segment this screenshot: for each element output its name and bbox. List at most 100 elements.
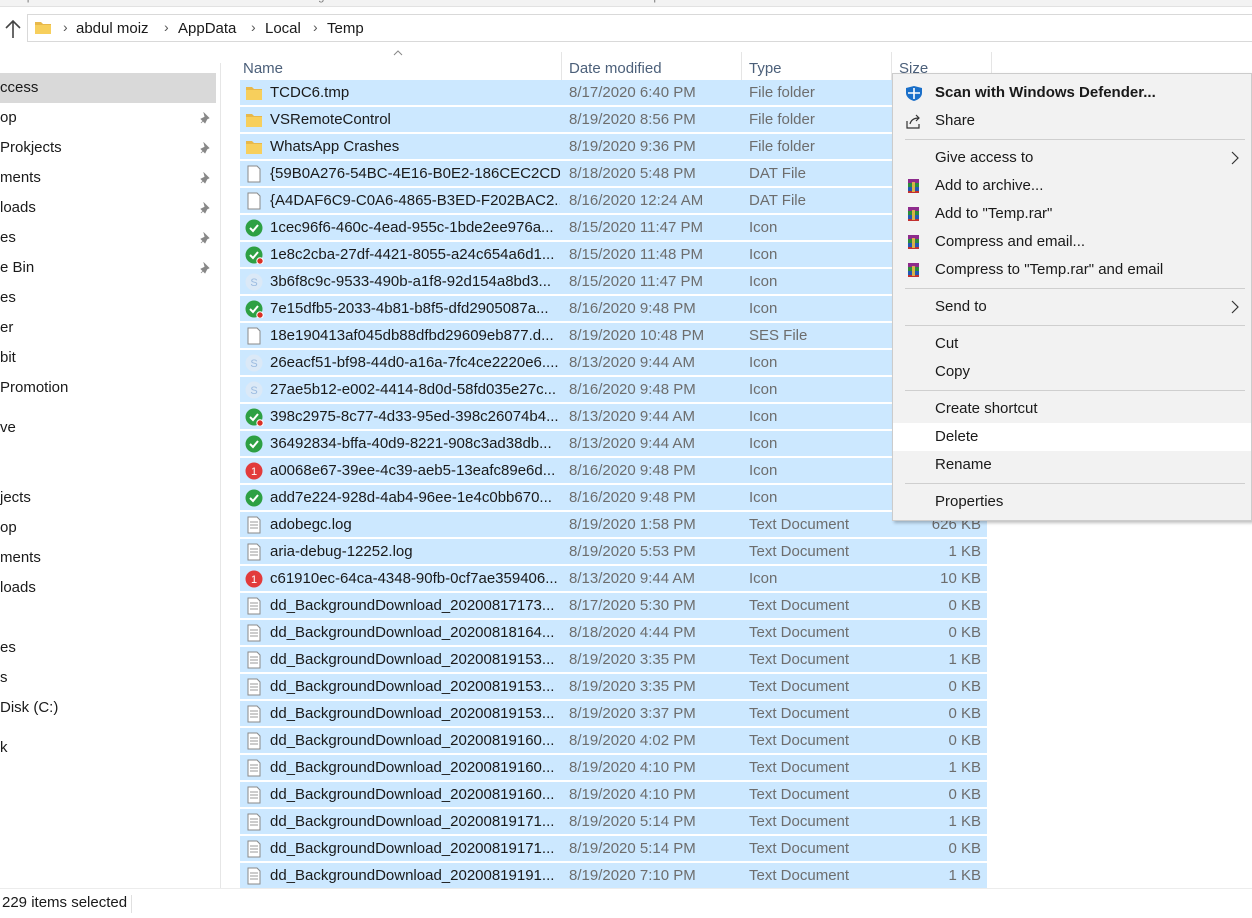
- file-row[interactable]: 1 a0068e67-39ee-4c39-aeb5-13eafc89e6d... 8…: [240, 458, 987, 484]
- file-name: WhatsApp Crashes: [270, 138, 400, 155]
- file-date: 8/13/2020 9:44 AM: [569, 435, 695, 452]
- text-file-icon: [247, 867, 261, 885]
- file-row[interactable]: dd_BackgroundDownload_20200819160... 8/19…: [240, 782, 987, 808]
- file-date: 8/17/2020 6:40 PM: [569, 84, 696, 101]
- nav-item[interactable]: Promotion: [0, 373, 216, 403]
- nav-item[interactable]: Prokjects: [0, 133, 216, 163]
- address-bar[interactable]: › abdul moiz › AppData › Local › Temp: [27, 14, 1252, 42]
- file-row[interactable]: dd_BackgroundDownload_20200817173... 8/17…: [240, 593, 987, 619]
- breadcrumb-separator-icon[interactable]: ›: [313, 19, 318, 35]
- file-row[interactable]: dd_BackgroundDownload_20200819191... 8/19…: [240, 863, 987, 889]
- nav-item[interactable]: k: [0, 733, 216, 763]
- menu-item-delete[interactable]: Delete: [893, 423, 1251, 451]
- file-row[interactable]: VSRemoteControl 8/19/2020 8:56 PM File fol…: [240, 107, 987, 133]
- file-row[interactable]: 7e15dfb5-2033-4b81-b8f5-dfd2905087a... 8/…: [240, 296, 987, 322]
- nav-item[interactable]: er: [0, 313, 216, 343]
- nav-item[interactable]: loads: [0, 573, 216, 603]
- file-row[interactable]: adobegc.log 8/19/2020 1:58 PM Text Documen…: [240, 512, 987, 538]
- file-row[interactable]: 398c2975-8c77-4d33-95ed-398c26074b4... 8/…: [240, 404, 987, 430]
- file-row[interactable]: {A4DAF6C9-C0A6-4865-B3ED-F202BAC2... 8/16…: [240, 188, 987, 214]
- file-row[interactable]: add7e224-928d-4ab4-96ee-1e4c0bb670... 8/1…: [240, 485, 987, 511]
- nav-item[interactable]: jects: [0, 483, 216, 513]
- nav-item[interactable]: bit: [0, 343, 216, 373]
- file-date: 8/13/2020 9:44 AM: [569, 408, 695, 425]
- nav-item[interactable]: Disk (C:): [0, 693, 216, 723]
- breadcrumb-separator-icon[interactable]: ›: [251, 19, 256, 35]
- breadcrumb-item[interactable]: abdul moiz: [76, 20, 149, 37]
- file-row[interactable]: {59B0A276-54BC-4E16-B0E2-186CEC2CD... 8/1…: [240, 161, 987, 187]
- column-divider[interactable]: [561, 52, 562, 82]
- column-header-date[interactable]: Date modified: [569, 59, 662, 79]
- menu-item-copy[interactable]: Copy: [893, 358, 1251, 386]
- pin-icon: [200, 172, 210, 184]
- nav-item[interactable]: ments: [0, 543, 216, 573]
- file-row[interactable]: dd_BackgroundDownload_20200819153... 8/19…: [240, 674, 987, 700]
- breadcrumb-item[interactable]: Temp: [327, 20, 364, 37]
- file-row[interactable]: dd_BackgroundDownload_20200819171... 8/19…: [240, 836, 987, 862]
- nav-item[interactable]: s: [0, 663, 216, 693]
- menu-item-compress-to-temp-rar-and-email[interactable]: Compress to "Temp.rar" and email: [893, 256, 1251, 284]
- file-row[interactable]: WhatsApp Crashes 8/19/2020 9:36 PM File fo…: [240, 134, 987, 160]
- ribbon-group-label: Clipboard: [14, 0, 61, 3]
- menu-item-create-shortcut[interactable]: Create shortcut: [893, 395, 1251, 423]
- file-row[interactable]: dd_BackgroundDownload_20200819153... 8/19…: [240, 647, 987, 673]
- menu-item-add-to-temp-rar[interactable]: Add to "Temp.rar": [893, 200, 1251, 228]
- svg-text:S: S: [250, 277, 257, 289]
- file-name: dd_BackgroundDownload_20200819171...: [270, 813, 555, 830]
- menu-item-properties[interactable]: Properties: [893, 488, 1251, 516]
- nav-item[interactable]: loads: [0, 193, 216, 223]
- breadcrumb-separator-icon[interactable]: ›: [164, 19, 169, 35]
- nav-item[interactable]: es: [0, 223, 216, 253]
- nav-item[interactable]: ments: [0, 163, 216, 193]
- file-row[interactable]: 1e8c2cba-27df-4421-8055-a24c654a6d1... 8/…: [240, 242, 987, 268]
- menu-item-add-to-archive[interactable]: Add to archive...: [893, 172, 1251, 200]
- file-type: Text Document: [749, 732, 850, 749]
- breadcrumb-separator-icon[interactable]: ›: [63, 19, 68, 35]
- nav-item[interactable]: es: [0, 283, 216, 313]
- nav-item[interactable]: op: [0, 103, 216, 133]
- nav-item[interactable]: e Bin: [0, 253, 216, 283]
- column-divider[interactable]: [741, 52, 742, 82]
- file-row[interactable]: S 26eacf51-bf98-44d0-a16a-7fc4ce2220e6...…: [240, 350, 987, 376]
- nav-item-label: jects: [0, 489, 31, 506]
- file-row[interactable]: dd_BackgroundDownload_20200819153... 8/19…: [240, 701, 987, 727]
- file-size: 0 KB: [948, 624, 981, 641]
- breadcrumb-item[interactable]: Local: [265, 20, 301, 37]
- breadcrumb-item[interactable]: AppData: [178, 20, 236, 37]
- file-row[interactable]: 1cec96f6-460c-4ead-955c-1bde2ee976a... 8/…: [240, 215, 987, 241]
- menu-item-give-access-to[interactable]: Give access to: [893, 144, 1251, 172]
- menu-item-cut[interactable]: Cut: [893, 330, 1251, 358]
- menu-item-scan-with-windows-defender[interactable]: Scan with Windows Defender...: [893, 79, 1251, 107]
- file-row[interactable]: S 3b6f8c9c-9533-490b-a1f8-92d154a8bd3... 8…: [240, 269, 987, 295]
- selection-count: 229 items selected: [2, 894, 128, 911]
- menu-item-share[interactable]: Share: [893, 107, 1251, 135]
- file-size: 1 KB: [948, 543, 981, 560]
- nav-item[interactable]: op: [0, 513, 216, 543]
- nav-item[interactable]: es: [0, 633, 216, 663]
- up-arrow-icon[interactable]: [4, 19, 22, 39]
- file-type: Text Document: [749, 867, 850, 884]
- menu-item-compress-and-email[interactable]: Compress and email...: [893, 228, 1251, 256]
- file-row[interactable]: TCDC6.tmp 8/17/2020 6:40 PM File folder: [240, 80, 987, 106]
- file-type: File folder: [749, 111, 815, 128]
- file-row[interactable]: dd_BackgroundDownload_20200819171... 8/19…: [240, 809, 987, 835]
- file-row[interactable]: dd_BackgroundDownload_20200819160... 8/19…: [240, 728, 987, 754]
- nav-item-label: es: [0, 229, 16, 246]
- menu-item-rename[interactable]: Rename: [893, 451, 1251, 479]
- file-row[interactable]: dd_BackgroundDownload_20200818164... 8/18…: [240, 620, 987, 646]
- file-row[interactable]: 36492834-bffa-40d9-8221-908c3ad38db... 8/…: [240, 431, 987, 457]
- file-row[interactable]: dd_BackgroundDownload_20200819160... 8/19…: [240, 755, 987, 781]
- share-icon: [906, 114, 920, 129]
- column-header-name[interactable]: Name: [243, 59, 283, 79]
- file-type: File folder: [749, 84, 815, 101]
- file-date: 8/18/2020 5:48 PM: [569, 165, 696, 182]
- file-row[interactable]: 18e190413af045db88dfbd29609eb877.d... 8/1…: [240, 323, 987, 349]
- nav-item[interactable]: ccess: [0, 73, 216, 103]
- pin-icon: [200, 112, 210, 124]
- nav-item[interactable]: ve: [0, 413, 216, 443]
- file-row[interactable]: 1 c61910ec-64ca-4348-90fb-0cf7ae359406...…: [240, 566, 987, 592]
- column-header-type[interactable]: Type: [749, 59, 782, 79]
- file-row[interactable]: S 27ae5b12-e002-4414-8d0d-58fd035e27c... 8…: [240, 377, 987, 403]
- file-row[interactable]: aria-debug-12252.log 8/19/2020 5:53 PM Tex…: [240, 539, 987, 565]
- menu-item-send-to[interactable]: Send to: [893, 293, 1251, 321]
